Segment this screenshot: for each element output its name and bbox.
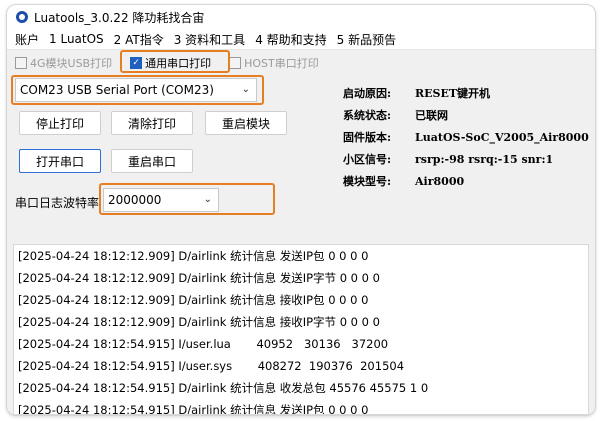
log-line: [2025-04-24 18:12:12.909] D/airlink 统计信息… [18,271,380,285]
open-serial-button[interactable]: 打开串口 [19,149,101,173]
app-window: Luatools_3.0.22 降功耗找合宙 账户 1 LuatOS 2 AT指… [6,4,596,416]
clear-print-button[interactable]: 清除打印 [111,111,193,135]
port-select-highlight [11,75,264,105]
menu-at-commands[interactable]: 2 AT指令 [114,31,164,48]
host-serial-print-checkbox[interactable]: HOST串口打印 [229,55,319,71]
system-status-row: 系统状态: 已联网 [343,107,448,123]
menu-help-support[interactable]: 4 帮助和支持 [255,31,326,48]
host-serial-print-label: HOST串口打印 [244,57,319,70]
restart-module-button[interactable]: 重启模块 [205,111,287,135]
app-logo-icon [16,11,28,23]
module-model-value: Air8000 [415,175,465,188]
cell-signal-value: rsrp:-98 rsrq:-15 snr:1 [415,153,554,166]
log-line: [2025-04-24 18:12:54.915] I/user.lua 409… [18,337,389,351]
log-line: [2025-04-24 18:12:12.909] D/airlink 统计信息… [18,249,369,263]
menu-resources-tools[interactable]: 3 资料和工具 [174,31,245,48]
boot-reason-value: RESET键开机 [415,87,491,100]
cell-signal-key: 小区信号: [343,153,392,166]
module-model-row: 模块型号: Air8000 [343,173,464,189]
baud-rate-highlight [99,183,275,215]
firmware-version-value: LuatOS-SoC_V2005_Air8000 [415,131,589,144]
log-line: [2025-04-24 18:12:54.915] D/airlink 统计信息… [18,403,369,415]
usb-4g-print-checkbox[interactable]: 4G模块USB打印 [15,55,112,71]
checkbox-box-icon [229,57,242,69]
title-bar: Luatools_3.0.22 降功耗找合宙 [7,5,595,29]
firmware-version-key: 固件版本: [343,131,392,144]
checkbox-box-icon [15,57,27,69]
menu-account[interactable]: 账户 [15,31,39,48]
menu-new-products[interactable]: 5 新品预告 [337,31,396,48]
log-line: [2025-04-24 18:12:54.915] I/user.sys 408… [18,359,405,373]
restart-serial-button[interactable]: 重启串口 [111,149,193,173]
usb-4g-print-label: 4G模块USB打印 [30,57,113,70]
log-line: [2025-04-24 18:12:54.915] D/airlink 统计信息… [18,381,429,395]
main-panel: 4G模块USB打印 ✓ 通用串口打印 HOST串口打印 COM23 USB Se… [7,50,595,415]
general-serial-highlight [120,50,230,73]
log-line: [2025-04-24 18:12:12.909] D/airlink 统计信息… [18,315,380,329]
firmware-version-row: 固件版本: LuatOS-SoC_V2005_Air8000 [343,129,589,145]
window-title: Luatools_3.0.22 降功耗找合宙 [34,10,205,25]
menu-luatos[interactable]: 1 LuatOS [49,32,104,46]
module-model-key: 模块型号: [343,175,392,188]
system-status-value: 已联网 [415,109,448,122]
system-status-key: 系统状态: [343,109,392,122]
boot-reason-key: 启动原因: [343,87,392,100]
log-output[interactable]: [2025-04-24 18:12:12.909] D/airlink 统计信息… [13,244,589,415]
boot-reason-row: 启动原因: RESET键开机 [343,85,490,101]
cell-signal-row: 小区信号: rsrp:-98 rsrq:-15 snr:1 [343,151,553,167]
stop-print-button[interactable]: 停止打印 [19,111,101,135]
log-line: [2025-04-24 18:12:12.909] D/airlink 统计信息… [18,293,369,307]
menu-bar: 账户 1 LuatOS 2 AT指令 3 资料和工具 4 帮助和支持 5 新品预… [7,29,595,50]
baud-rate-label: 串口日志波特率 [15,196,100,210]
